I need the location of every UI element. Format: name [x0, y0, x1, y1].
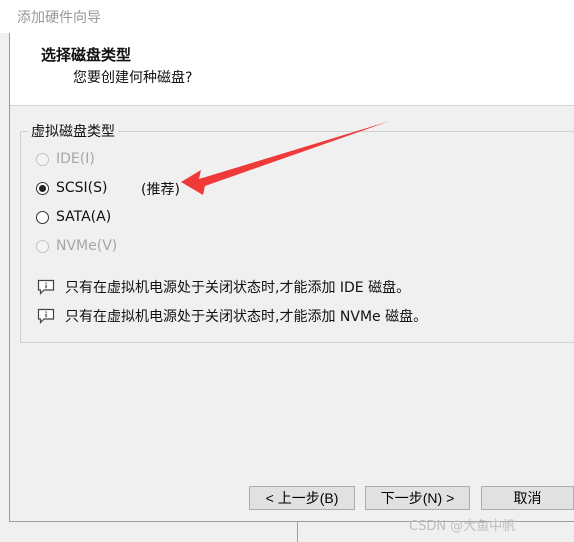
page-title: 选择磁盘类型 [41, 46, 132, 64]
cancel-button[interactable]: 取消 [481, 486, 574, 510]
info-text-nvme: 只有在虚拟机电源处于关闭状态时,才能添加 NVMe 磁盘。 [65, 309, 428, 325]
radio-label-nvme: NVMe(V) [56, 238, 118, 254]
page-subtitle: 您要创建何种磁盘? [73, 70, 193, 86]
radio-button-scsi[interactable] [36, 181, 49, 195]
bottom-tick [297, 521, 298, 542]
radio-sata[interactable]: SATA(A) [36, 207, 111, 227]
back-button[interactable]: < 上一步(B) [249, 486, 355, 510]
next-button[interactable]: 下一步(N) > [365, 486, 470, 510]
recommend-label: (推荐) [141, 182, 180, 198]
info-icon [37, 279, 55, 295]
radio-button-ide[interactable] [36, 152, 49, 166]
radio-scsi[interactable]: SCSI(S) [36, 178, 108, 198]
info-icon [37, 308, 55, 324]
title-bar: 添加硬件向导 [0, 0, 574, 33]
wizard-header: 选择磁盘类型 您要创建何种磁盘? [9, 33, 574, 106]
radio-button-nvme[interactable] [36, 239, 49, 253]
group-label: 虚拟磁盘类型 [28, 121, 118, 141]
watermark: CSDN @大鱼中帆 [409, 519, 516, 534]
info-note-nvme: 只有在虚拟机电源处于关闭状态时,才能添加 NVMe 磁盘。 [37, 306, 427, 326]
radio-button-sata[interactable] [36, 210, 49, 224]
radio-label-sata: SATA(A) [56, 209, 112, 225]
radio-ide[interactable]: IDE(I) [36, 149, 95, 169]
radio-label-scsi: SCSI(S) [56, 180, 108, 196]
info-note-ide: 只有在虚拟机电源处于关闭状态时,才能添加 IDE 磁盘。 [37, 277, 410, 297]
info-text-ide: 只有在虚拟机电源处于关闭状态时,才能添加 IDE 磁盘。 [65, 280, 411, 296]
radio-nvme[interactable]: NVMe(V) [36, 236, 117, 256]
radio-label-ide: IDE(I) [56, 151, 95, 167]
window-title: 添加硬件向导 [17, 10, 101, 26]
